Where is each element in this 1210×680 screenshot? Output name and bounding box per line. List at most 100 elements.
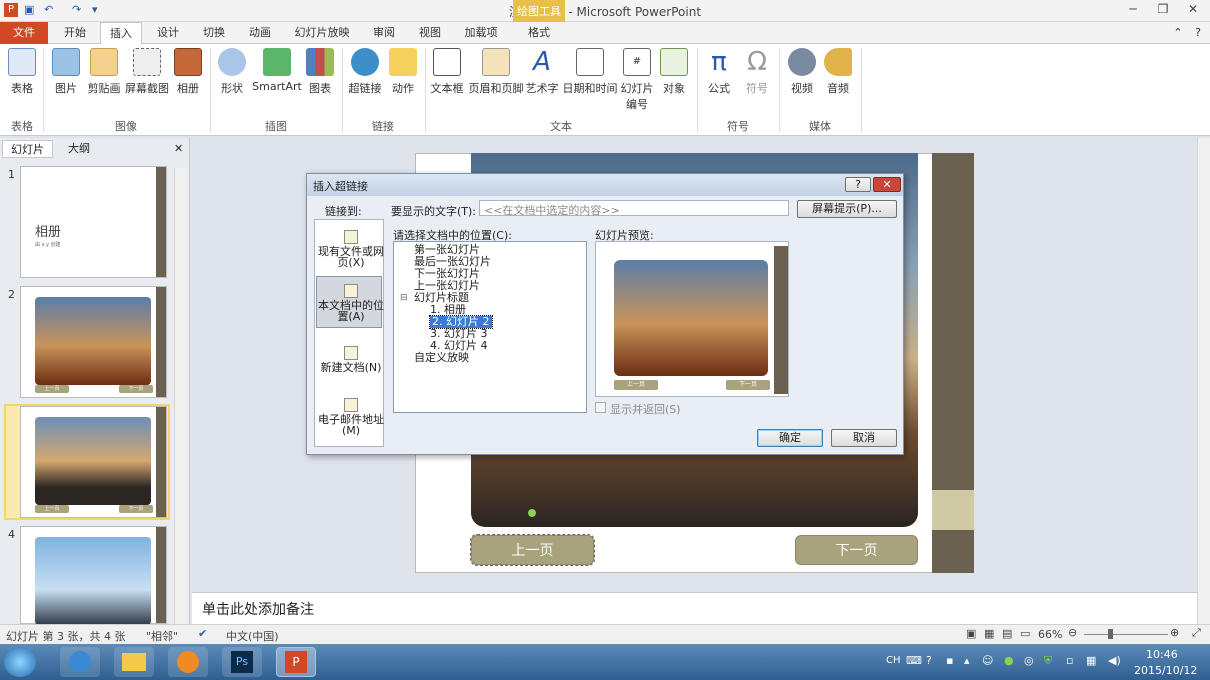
tab-slides[interactable]: 幻灯片	[2, 140, 53, 158]
tab-design[interactable]: 设计	[146, 22, 190, 44]
media-player-icon[interactable]	[168, 647, 208, 677]
header-footer-button[interactable]: 页眉和页脚	[468, 48, 524, 96]
link-email-address[interactable]: 电子邮件地址 (M)	[317, 398, 385, 436]
link-existing-file[interactable]: 现有文件或网 页(X)	[317, 230, 385, 268]
zoom-slider-thumb[interactable]	[1108, 629, 1113, 639]
audio-button[interactable]: 音频	[822, 48, 854, 96]
cancel-button[interactable]: 取消	[831, 429, 897, 447]
prev-page-button[interactable]: 上一页	[470, 534, 595, 566]
picture-button[interactable]: 图片	[48, 48, 84, 96]
equation-button[interactable]: π 公式	[702, 48, 736, 96]
explorer-icon[interactable]	[114, 647, 154, 677]
panel-close-icon[interactable]: ✕	[166, 140, 191, 158]
tray-app-icon[interactable]: ▫	[1066, 654, 1073, 667]
tab-animations[interactable]: 动画	[238, 22, 282, 44]
tab-addins[interactable]: 加载项	[456, 22, 506, 44]
link-place-in-document[interactable]: 本文档中的位 置(A)	[317, 284, 385, 322]
fit-slide-icon[interactable]: ⤢	[1192, 626, 1201, 640]
ok-button[interactable]: 确定	[757, 429, 823, 447]
tab-slideshow[interactable]: 幻灯片放映	[286, 22, 358, 44]
language[interactable]: 中文(中国)	[226, 628, 279, 644]
tray-app-icon[interactable]: ●	[1004, 654, 1014, 667]
slideshow-view-icon[interactable]: ▭	[1020, 627, 1030, 640]
network-icon[interactable]: ▦	[1086, 654, 1096, 667]
close-icon[interactable]: ✕	[1180, 2, 1206, 18]
album-button[interactable]: 相册	[172, 48, 204, 96]
zoom-in-icon[interactable]: ⊕	[1170, 626, 1179, 639]
show-return-checkbox[interactable]	[595, 402, 606, 413]
slide-thumbnail-2[interactable]: 上一页 下一页	[20, 286, 167, 398]
tree-item[interactable]: 自定义放映	[414, 352, 469, 364]
display-text-input[interactable]: <<在文档中选定的内容>>	[479, 200, 789, 217]
start-button-icon[interactable]	[4, 647, 36, 677]
slide-thumbnail-3[interactable]: 上一页 下一页	[20, 406, 167, 518]
clock-date[interactable]: 2015/10/12	[1134, 664, 1197, 677]
keyboard-icon[interactable]: ⌨	[906, 654, 922, 667]
notes-pane[interactable]: 单击此处添加备注	[192, 592, 1197, 624]
rotate-handle[interactable]	[528, 509, 536, 517]
ribbon-collapse-icon[interactable]: ⌃	[1168, 22, 1188, 44]
next-page-button[interactable]: 下一页	[795, 535, 918, 565]
object-button[interactable]: 对象	[658, 48, 690, 96]
textbox-icon	[433, 48, 461, 76]
chart-button[interactable]: 图表	[304, 48, 336, 96]
tree-collapse-icon[interactable]: ⊟	[400, 292, 408, 304]
action-button[interactable]: 动作	[388, 48, 418, 96]
tab-outline[interactable]: 大纲	[60, 140, 98, 158]
volume-icon[interactable]: ◀)	[1108, 654, 1121, 667]
tray-icon[interactable]: ▪	[946, 654, 953, 667]
tab-review[interactable]: 审阅	[362, 22, 406, 44]
slide-thumbnail-1[interactable]: 相册 由 x.y 创建	[20, 166, 167, 278]
tab-file[interactable]: 文件	[0, 22, 48, 44]
shapes-button[interactable]: 形状	[216, 48, 248, 96]
screenshot-button[interactable]: 屏幕截图	[124, 48, 170, 96]
maximize-icon[interactable]: ❐	[1150, 2, 1176, 18]
datetime-button[interactable]: 日期和时间	[562, 48, 618, 96]
dialog-close-button[interactable]: ✕	[873, 177, 901, 192]
link-new-document[interactable]: 新建文档(N)	[317, 346, 385, 373]
table-button[interactable]: 表格	[4, 48, 40, 96]
sorter-view-icon[interactable]: ▦	[984, 627, 994, 640]
tab-format[interactable]: 格式	[516, 22, 562, 44]
editor-scrollbar[interactable]	[1197, 138, 1210, 624]
photoshop-icon[interactable]: Ps	[222, 647, 262, 677]
smartart-button[interactable]: SmartArt	[252, 48, 302, 93]
tray-help-icon[interactable]: ?	[926, 654, 932, 667]
tray-app-icon[interactable]: ◎	[1024, 654, 1034, 667]
video-button[interactable]: 视频	[786, 48, 818, 96]
dialog-help-button[interactable]: ?	[845, 177, 871, 192]
zoom-level[interactable]: 66%	[1038, 628, 1062, 641]
slide-thumbnail-4[interactable]	[20, 526, 167, 625]
context-tools-band: 绘图工具	[513, 0, 565, 22]
security-shield-icon[interactable]: ⛨	[1044, 654, 1052, 668]
group-label-symbols: 符号	[727, 120, 749, 133]
place-tree[interactable]: 第一张幻灯片 最后一张幻灯片 下一张幻灯片 上一张幻灯片 ⊟ 幻灯片标题 1. …	[393, 241, 587, 413]
panel-scrollbar[interactable]	[174, 168, 188, 624]
reading-view-icon[interactable]: ▤	[1002, 627, 1012, 640]
normal-view-icon[interactable]: ▣	[966, 627, 976, 640]
clipart-button[interactable]: 剪贴画	[86, 48, 122, 96]
symbol-button[interactable]: Ω 符号	[740, 48, 774, 96]
zoom-slider[interactable]	[1084, 634, 1168, 635]
screentip-button[interactable]: 屏幕提示(P)...	[797, 200, 897, 218]
zoom-out-icon[interactable]: ⊖	[1068, 626, 1077, 639]
omega-icon: Ω	[747, 47, 767, 77]
tab-insert[interactable]: 插入	[100, 22, 142, 45]
textbox-button[interactable]: 文本框	[428, 48, 466, 96]
ime-lang[interactable]: CH	[886, 655, 901, 666]
tab-view[interactable]: 视图	[408, 22, 452, 44]
ie-icon[interactable]	[60, 647, 100, 677]
tab-home[interactable]: 开始	[52, 22, 98, 44]
qq-icon[interactable]: ☺	[982, 654, 993, 667]
tab-transitions[interactable]: 切换	[192, 22, 236, 44]
spellcheck-icon[interactable]: ✔	[198, 627, 207, 640]
wordart-button[interactable]: A 艺术字	[524, 48, 560, 96]
minimize-icon[interactable]: ─	[1120, 2, 1146, 18]
hyperlink-button[interactable]: 超链接	[346, 48, 384, 96]
slide-number-button[interactable]: # 幻灯片编号	[620, 48, 654, 112]
file-icon	[344, 230, 358, 244]
tray-expand-icon[interactable]: ▴	[964, 654, 970, 667]
powerpoint-taskbar-icon[interactable]: P	[276, 647, 316, 677]
clock-time[interactable]: 10:46	[1146, 648, 1178, 661]
help-icon[interactable]: ?	[1188, 22, 1208, 44]
